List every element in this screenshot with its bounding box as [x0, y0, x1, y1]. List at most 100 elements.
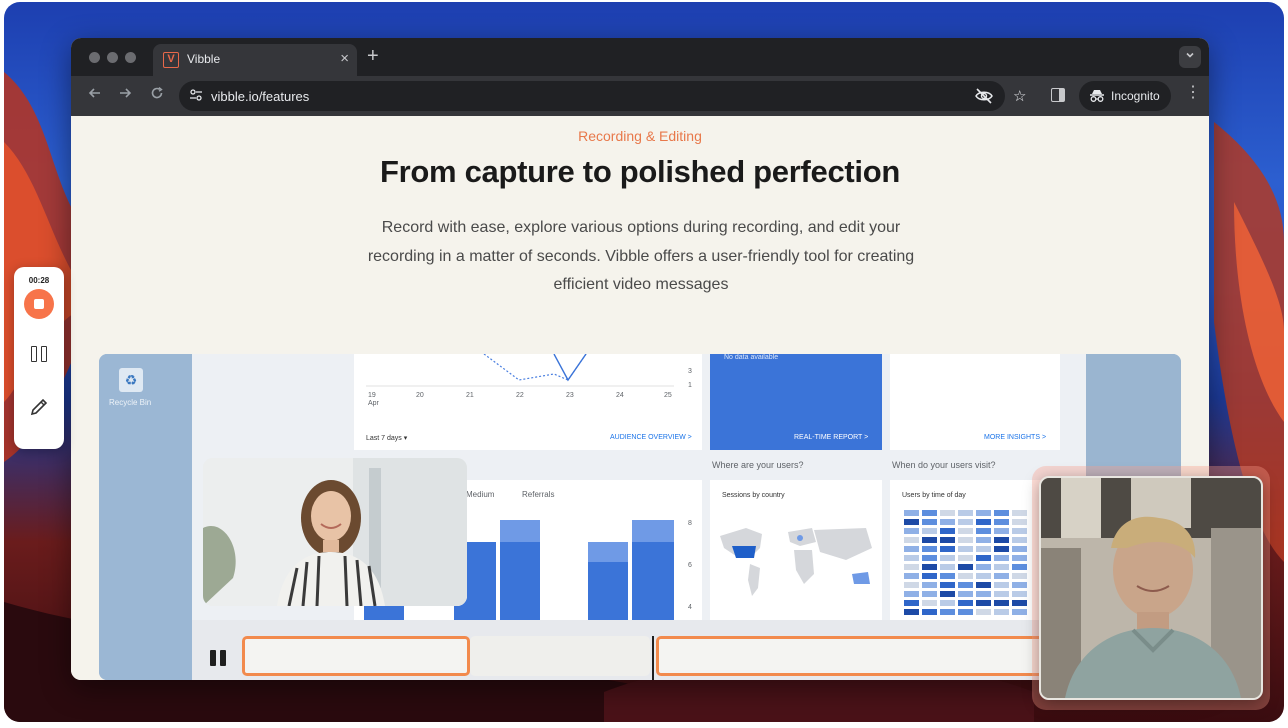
- bar-segment: [588, 542, 628, 562]
- heatmap-cell: [940, 573, 955, 579]
- heatmap-cell: [1012, 591, 1027, 597]
- y-tick: 1: [688, 382, 692, 389]
- timeline-clip[interactable]: [656, 636, 1086, 676]
- timeline-gap: [470, 636, 650, 676]
- heatmap-cell: [994, 528, 1009, 534]
- heatmap-cell: [1012, 528, 1027, 534]
- address-bar[interactable]: vibble.io/features ☆: [179, 81, 1026, 111]
- pause-icon[interactable]: [31, 346, 47, 362]
- reload-button[interactable]: [147, 86, 167, 104]
- description-line: efficient video messages: [553, 276, 729, 293]
- bar-segment: [500, 520, 540, 542]
- heatmap-cell: [976, 546, 991, 552]
- heatmap-cell: [958, 591, 973, 597]
- tab-close-icon[interactable]: ×: [340, 50, 349, 67]
- window-minimize-dot[interactable]: [107, 52, 118, 63]
- heatmap-cell: [958, 510, 973, 516]
- heatmap-cell: [1012, 510, 1027, 516]
- heatmap-cell: [940, 582, 955, 588]
- heatmap-cell: [904, 573, 919, 579]
- webcam-preview[interactable]: [1039, 476, 1263, 700]
- browser-tab[interactable]: V Vibble ×: [153, 44, 357, 76]
- more-vert-icon[interactable]: ⋮: [1185, 85, 1201, 101]
- y-tick: 3: [688, 368, 692, 375]
- heatmap-cell: [958, 573, 973, 579]
- heatmap-cell: [904, 537, 919, 543]
- incognito-icon: [1090, 90, 1104, 102]
- date-tick: 21: [466, 392, 474, 399]
- heatmap-cell: [1012, 573, 1027, 579]
- tab-search-button[interactable]: [1179, 46, 1201, 68]
- presenter-video-overlay: [203, 458, 467, 606]
- chevron-down-icon: [1186, 52, 1194, 58]
- sessions-map-card: Sessions by country: [710, 480, 882, 620]
- vibble-favicon-icon: V: [163, 52, 179, 68]
- heatmap-cell: [940, 537, 955, 543]
- heatmap-cell: [940, 564, 955, 570]
- heatmap-cell: [904, 609, 919, 615]
- realtime-report-link[interactable]: REAL-TIME REPORT >: [794, 434, 868, 441]
- date-range-select[interactable]: Last 7 days ▾: [366, 434, 407, 442]
- world-map: [720, 528, 872, 596]
- heatmap-cell: [922, 564, 937, 570]
- heatmap-cell: [1012, 582, 1027, 588]
- audience-overview-link[interactable]: AUDIENCE OVERVIEW >: [610, 434, 692, 441]
- users-by-time-label: Users by time of day: [902, 492, 966, 499]
- back-button[interactable]: [85, 86, 105, 104]
- stop-record-icon[interactable]: [24, 289, 54, 319]
- heatmap-cell: [1012, 555, 1027, 561]
- heatmap-cell: [940, 519, 955, 525]
- realtime-card: No data available REAL-TIME REPORT >: [710, 354, 882, 450]
- heatmap-cell: [958, 609, 973, 615]
- heatmap-cell: [1012, 537, 1027, 543]
- heatmap-cell: [1012, 519, 1027, 525]
- timeline-clip[interactable]: [242, 636, 470, 676]
- tune-icon[interactable]: [189, 88, 203, 102]
- url-text[interactable]: vibble.io/features: [211, 89, 309, 104]
- recycle-bin-icon: ♻: [119, 368, 143, 392]
- heatmap-cell: [976, 582, 991, 588]
- window-close-dot[interactable]: [89, 52, 100, 63]
- y-tick: 6: [688, 562, 692, 569]
- heatmap-cell: [958, 555, 973, 561]
- no-data-label: No data available: [724, 354, 779, 361]
- heatmap-cell: [940, 546, 955, 552]
- heatmap-cell: [958, 546, 973, 552]
- forward-button[interactable]: [115, 86, 135, 104]
- heatmap-cell: [922, 609, 937, 615]
- insights-card: MORE INSIGHTS >: [890, 354, 1060, 450]
- eye-off-icon[interactable]: [975, 88, 993, 104]
- heatmap-cell: [940, 609, 955, 615]
- product-demo-screenshot: ♻ Recycle Bin 19 20 21 22 23 24 25 Apr 3…: [99, 354, 1181, 680]
- date-tick: 25: [664, 392, 672, 399]
- timeline-playhead[interactable]: [652, 636, 654, 680]
- timeline-pause-button[interactable]: [210, 650, 228, 666]
- heatmap-cell: [976, 591, 991, 597]
- star-icon[interactable]: ☆: [1013, 87, 1026, 105]
- heatmap-cell: [958, 564, 973, 570]
- month-label: Apr: [368, 400, 379, 407]
- heatmap-cell: [994, 591, 1009, 597]
- heatmap-cell: [958, 528, 973, 534]
- heatmap-cell: [976, 573, 991, 579]
- incognito-badge[interactable]: Incognito: [1079, 81, 1171, 111]
- heatmap-cell: [994, 519, 1009, 525]
- heatmap-cell: [940, 600, 955, 606]
- date-tick: 23: [566, 392, 574, 399]
- recycle-bin-label: Recycle Bin: [109, 398, 152, 407]
- pencil-icon[interactable]: [29, 397, 49, 417]
- heatmap-cell: [994, 582, 1009, 588]
- window-zoom-dot[interactable]: [125, 52, 136, 63]
- more-insights-link[interactable]: MORE INSIGHTS >: [984, 434, 1046, 441]
- side-panel-icon[interactable]: [1051, 88, 1065, 102]
- heatmap-cell: [940, 555, 955, 561]
- heatmap-cell: [904, 600, 919, 606]
- heatmap-cell: [904, 564, 919, 570]
- heatmap-cell: [940, 591, 955, 597]
- heatmap-cell: [976, 510, 991, 516]
- heatmap-cell: [940, 528, 955, 534]
- tab-bar: V Vibble × +: [71, 38, 1209, 76]
- date-tick: 20: [416, 392, 424, 399]
- heatmap-cell: [994, 537, 1009, 543]
- new-tab-button[interactable]: +: [367, 46, 379, 66]
